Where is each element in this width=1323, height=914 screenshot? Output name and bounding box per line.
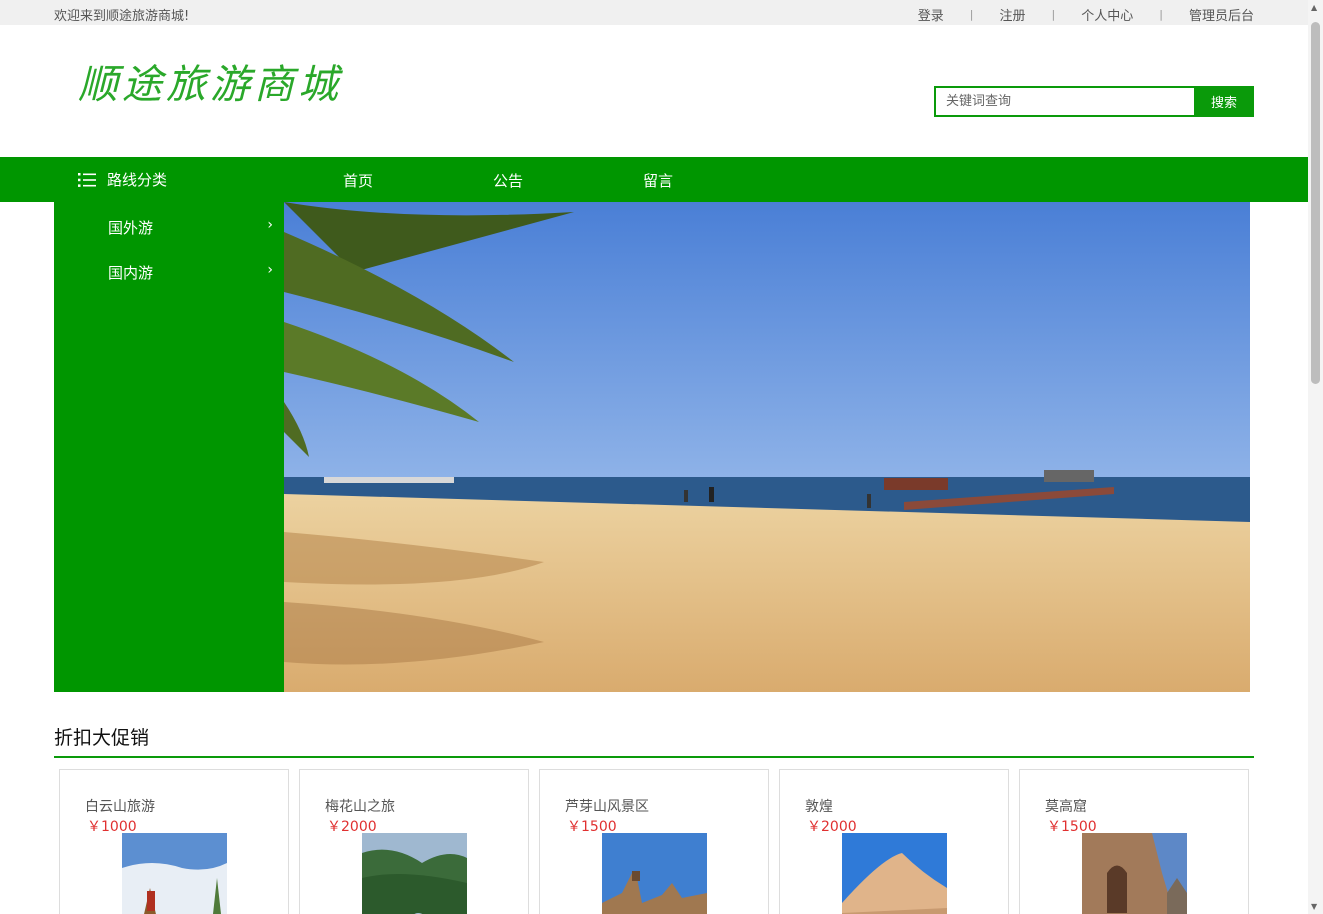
route-category-label: 路线分类 (107, 171, 168, 189)
scrollbar-thumb[interactable] (1311, 22, 1320, 384)
product-card[interactable]: 莫高窟 ￥1500 (1019, 769, 1249, 914)
scroll-up-icon[interactable]: ▲ (1311, 3, 1317, 12)
sidebar-item-label: 国内游 (108, 264, 154, 282)
section-title: 折扣大促销 (54, 727, 150, 749)
product-name: 敦煌 (805, 799, 833, 815)
scroll-down-icon[interactable]: ▼ (1311, 902, 1317, 911)
divider: | (1159, 8, 1163, 21)
route-category-menu[interactable]: 路线分类 (78, 169, 167, 190)
search-input[interactable] (934, 86, 1194, 117)
nav-messages[interactable]: 留言 (643, 170, 673, 191)
section-divider (54, 756, 1254, 758)
divider: | (969, 8, 974, 21)
user-center-link[interactable]: 个人中心 (1081, 5, 1133, 24)
nav-home[interactable]: 首页 (343, 170, 373, 191)
product-image (122, 833, 227, 914)
product-name: 白云山旅游 (85, 799, 155, 815)
admin-link[interactable]: 管理员后台 (1189, 5, 1254, 24)
nav-announcements[interactable]: 公告 (493, 170, 523, 191)
site-logo[interactable]: 顺途旅游商城 (78, 52, 342, 110)
product-image (842, 833, 947, 914)
list-icon (78, 172, 96, 187)
category-sidebar: 国外游 › 国内游 › (54, 202, 284, 692)
sidebar-item-domestic[interactable]: 国内游 › (108, 262, 273, 283)
search-bar: 搜索 (934, 86, 1254, 117)
sidebar-item-abroad[interactable]: 国外游 › (108, 217, 273, 238)
product-image (602, 833, 707, 914)
product-image (362, 833, 467, 914)
chevron-right-icon: › (267, 262, 273, 278)
chevron-right-icon: › (267, 217, 273, 233)
product-name: 莫高窟 (1045, 799, 1087, 815)
product-card[interactable]: 梅花山之旅 ￥2000 (299, 769, 529, 914)
product-card[interactable]: 芦芽山风景区 ￥1500 (539, 769, 769, 914)
product-card[interactable]: 敦煌 ￥2000 (779, 769, 1009, 914)
top-links: 登录 | 注册 | 个人中心 | 管理员后台 (918, 5, 1254, 24)
divider: | (1051, 8, 1056, 21)
product-name: 梅花山之旅 (325, 799, 395, 815)
product-name: 芦芽山风景区 (565, 799, 649, 815)
beach-banner-image (284, 202, 1250, 692)
login-link[interactable]: 登录 (918, 5, 944, 24)
hero-banner[interactable] (284, 202, 1250, 692)
product-image (1082, 833, 1187, 914)
product-card[interactable]: 白云山旅游 ￥1000 (59, 769, 289, 914)
vertical-scrollbar[interactable]: ▲ ▼ (1308, 0, 1323, 914)
sidebar-item-label: 国外游 (108, 219, 154, 237)
welcome-text: 欢迎来到顺途旅游商城! (54, 9, 190, 24)
search-button[interactable]: 搜索 (1194, 86, 1254, 117)
main-nav: 路线分类 首页 公告 留言 (0, 157, 1308, 202)
top-bar: 欢迎来到顺途旅游商城! 登录 | 注册 | 个人中心 | 管理员后台 (0, 0, 1308, 25)
register-link[interactable]: 注册 (1000, 5, 1026, 24)
